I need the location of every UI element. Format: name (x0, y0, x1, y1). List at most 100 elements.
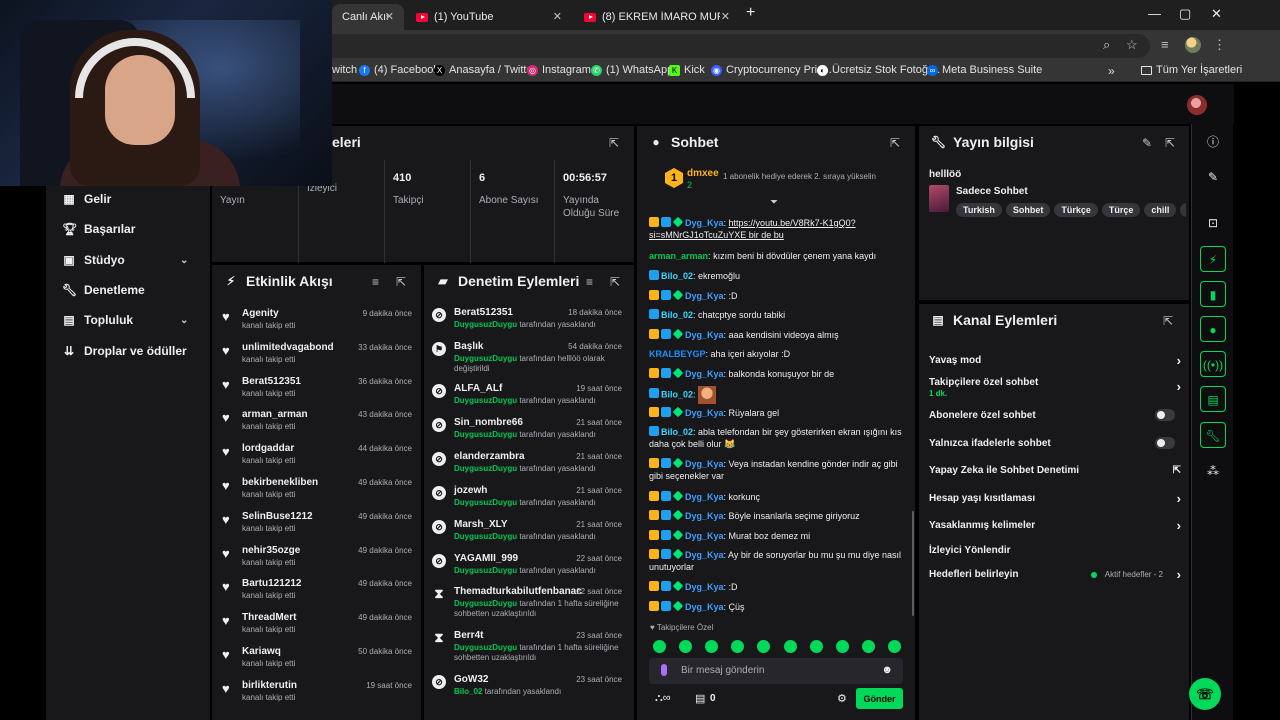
browser-menu-icon[interactable]: ⋮ (1213, 37, 1226, 53)
info-icon[interactable]: ⓘ (1200, 129, 1226, 155)
help-chat-icon[interactable]: ☏ (1189, 678, 1221, 710)
minimize-icon[interactable]: — (1148, 6, 1161, 21)
scroll-to-bottom-icon[interactable]: ⏷ (770, 197, 778, 208)
quick-action-chat-icon[interactable]: ● (1200, 316, 1226, 342)
chevron-down-icon[interactable]: ⌄ (180, 315, 188, 326)
pinned-leaderboard[interactable]: 1 dmxee 2 1 abonelik hediye ederek 2. sı… (665, 166, 905, 194)
channel-action-row[interactable]: Yapay Zeka ile Sohbet Denetimi ⇱ (929, 465, 1181, 476)
url-input[interactable] (300, 34, 1150, 58)
edit-icon[interactable]: ✎ (1142, 136, 1152, 150)
quick-action-broadcast-icon[interactable]: ((•)) (1200, 351, 1226, 377)
bookmark-crypto[interactable]: ◉ Cryptocurrency Pric... (711, 64, 832, 76)
chat-input[interactable]: Bir mesaj gönderin ☻ (649, 658, 903, 684)
bookmark-twitter[interactable]: X Anasayfa / Twitter (434, 64, 536, 76)
popout-icon[interactable]: ⇱ (610, 275, 620, 289)
tab-close-icon[interactable]: ✕ (385, 10, 394, 23)
chat-message[interactable]: Bilo_02: (649, 386, 907, 404)
mic-icon[interactable] (661, 664, 667, 676)
quick-action-lightning-icon[interactable]: ⚡︎ (1200, 246, 1226, 272)
chat-message[interactable]: arman_arman: kızım beni bi dövdüler çene… (649, 250, 907, 262)
toggle-switch[interactable] (1155, 409, 1175, 421)
quick-action-layout-icon[interactable]: ▤ (1200, 386, 1226, 412)
emote-icon[interactable] (757, 640, 770, 653)
channel-action-row[interactable]: İzleyici Yönlendir (929, 545, 1181, 556)
chat-message[interactable]: Bilo_02: chatcptye sordu tabiki (649, 309, 907, 321)
emote-icon[interactable] (836, 640, 849, 653)
bookmark-twitch[interactable]: witch (332, 64, 357, 76)
store-icon[interactable]: ▤ (695, 692, 705, 705)
popout-icon[interactable]: ⇱ (609, 136, 619, 150)
chat-message[interactable]: Bilo_02: ekremoğlu (649, 270, 907, 282)
popout-icon[interactable]: ⇱ (890, 136, 900, 150)
quick-action-wrench-icon[interactable]: 🔧︎ (1200, 422, 1226, 448)
chat-message[interactable]: Dyg_Kya: Rüyalara gel (649, 406, 907, 419)
chat-message[interactable]: KRALBEYGP: aha içeri akıyolar :D (649, 348, 907, 360)
channel-action-row[interactable]: Yasaklanmış kelimeler › (929, 518, 1181, 533)
sidebar-item-gelir[interactable]: ▦ Gelir (62, 192, 111, 206)
channel-points-icon[interactable]: ⛬∞ (655, 692, 671, 705)
chat-message[interactable]: Dyg_Kya: korkunç (649, 490, 907, 503)
tab-close-icon[interactable]: ✕ (553, 10, 562, 23)
zoom-icon[interactable]: ⌕ (1103, 37, 1110, 53)
chat-message[interactable]: Dyg_Kya: https://youtu.be/V8Rk7-K1gQ0?si… (649, 216, 907, 241)
emote-icon[interactable] (810, 640, 823, 653)
bookmark-meta[interactable]: ∞ Meta Business Suite (927, 64, 1042, 76)
chevron-right-icon[interactable]: › (1177, 353, 1181, 368)
user-avatar[interactable] (1187, 95, 1207, 115)
chevron-right-icon[interactable]: › (1177, 379, 1181, 394)
toggle-switch[interactable] (1155, 437, 1175, 449)
bookmark-instagram[interactable]: ◎ Instagram (527, 64, 591, 76)
chat-message[interactable]: Dyg_Kya: :D (649, 289, 907, 302)
quick-action-clip-icon[interactable]: ▮ (1200, 281, 1226, 307)
channel-action-row[interactable]: Hesap yaşı kısıtlaması › (929, 491, 1181, 506)
activity-row[interactable]: ♥ bekirbenekliben kanalı takip etti 49 daki… (222, 475, 414, 509)
popout-icon[interactable]: ⇱ (1165, 136, 1175, 150)
tab-youtube[interactable]: (1) YouTube ✕ (406, 4, 572, 30)
tab-canli-akis[interactable]: Canlı Akış · Denetim ✕ (332, 4, 404, 30)
close-window-icon[interactable]: ✕ (1211, 6, 1222, 22)
activity-row[interactable]: ♥ lordgaddar kanalı takip etti 44 dakika ön… (222, 441, 414, 475)
chat-message[interactable]: Dyg_Kya: :D (649, 580, 907, 593)
chevron-right-icon[interactable]: › (1177, 491, 1181, 506)
bookmark-facebook[interactable]: f (4) Facebook (359, 64, 439, 76)
activity-row[interactable]: ♥ Agenity kanalı takip etti 9 dakika önce (222, 306, 414, 340)
chat-settings-icon[interactable]: ⚙︎ (837, 692, 847, 705)
bookmark-star-icon[interactable]: ☆ (1126, 37, 1138, 53)
activity-row[interactable]: ♥ ThreadMert kanalı takip etti 49 dakika ön… (222, 610, 414, 644)
activity-row[interactable]: ♥ birlikterutin kanalı takip etti 19 saat ö… (222, 678, 414, 712)
chat-message[interactable]: Bilo_02: abla telefondan bir şey gösteri… (649, 426, 907, 450)
chat-message[interactable]: Dyg_Kya: Veya instadan kendine gönder in… (649, 457, 907, 482)
channel-action-row[interactable]: Yalnızca ifadelerle sohbet (929, 437, 1181, 449)
popout-icon[interactable]: ⇱ (396, 275, 406, 289)
emote-icon[interactable] (653, 640, 666, 653)
chat-scrollbar[interactable] (912, 511, 914, 616)
activity-row[interactable]: ♥ SelinBuse1212 kanalı takip etti 49 dakika… (222, 509, 414, 543)
activity-row[interactable]: ♥ nehir35ozge kanalı takip etti 49 dakika ö… (222, 543, 414, 577)
more-bookmarks-icon[interactable]: » (1108, 64, 1115, 78)
bookmark-whatsapp[interactable]: ✆ (1) WhatsApp (591, 64, 673, 76)
activity-row[interactable]: ♥ unlimitedvagabond kanalı takip etti 33 da… (222, 340, 414, 374)
chat-message[interactable]: Dyg_Kya: Böyle insanlarla seçime giriyor… (649, 509, 907, 522)
activity-row[interactable]: ♥ arman_arman kanalı takip etti 43 dakika ö… (222, 407, 414, 441)
chat-message[interactable]: Dyg_Kya: Çüş (649, 600, 907, 613)
chevron-down-icon[interactable]: ⌄ (180, 255, 188, 266)
tab-close-icon[interactable]: ✕ (721, 10, 730, 23)
emote-icon[interactable] (888, 640, 901, 653)
sidebar-item-topluluk[interactable]: ▤ Topluluk ⌄ (62, 313, 188, 327)
chat-message[interactable]: Dyg_Kya: Ay bir de soruyorlar bu mu şu m… (649, 548, 907, 573)
activity-row[interactable]: ♥ Kariawq kanalı takip etti 50 dakika önce (222, 644, 414, 678)
external-link-icon[interactable]: ⇱ (1173, 465, 1181, 476)
sidebar-item-studyo[interactable]: ▣ Stüdyo ⌄ (62, 253, 188, 267)
emote-icon[interactable] (784, 640, 797, 653)
filter-icon[interactable]: ≡ (372, 275, 379, 289)
maximize-icon[interactable]: ▢ (1179, 6, 1191, 22)
bookmark-kick[interactable]: K Kick (669, 64, 705, 76)
filter-icon[interactable]: ≡ (586, 275, 593, 289)
chevron-right-icon[interactable]: › (1177, 567, 1181, 582)
emoji-icon[interactable]: ☻ (881, 664, 893, 676)
bookmark-stock-photo[interactable]: ◐ Ücretsiz Stok Fotoğr... (817, 64, 940, 76)
tab-ekrem[interactable]: (8) EKREM İMARO MURAT KAV... ✕ (574, 4, 740, 30)
media-control-icon[interactable]: ≡ (1161, 37, 1169, 52)
profile-avatar-icon[interactable] (1185, 37, 1201, 53)
emote-icon[interactable] (862, 640, 875, 653)
